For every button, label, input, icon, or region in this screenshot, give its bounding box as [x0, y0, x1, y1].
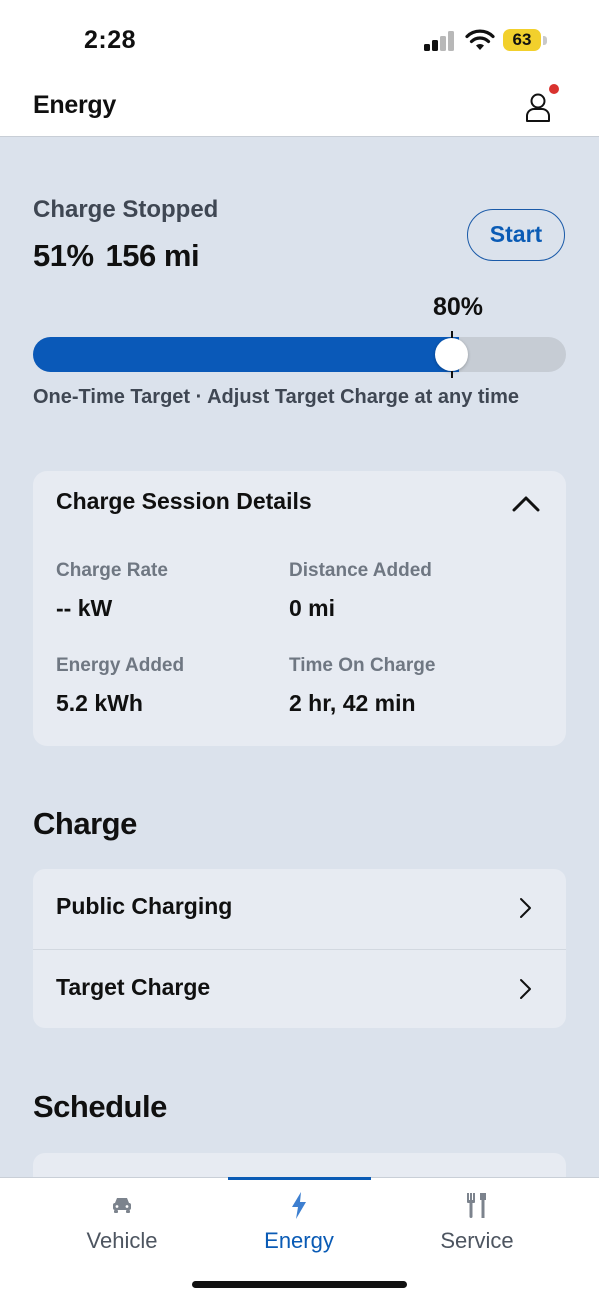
range-value: 156 mi — [105, 238, 200, 273]
distance-added-value: 0 mi — [289, 595, 336, 621]
battery-tip — [543, 36, 547, 45]
home-indicator — [192, 1281, 407, 1288]
charge-progress-bar[interactable] — [33, 337, 566, 372]
charge-status-text: Charge Stopped — [33, 196, 219, 223]
tab-label: Energy — [264, 1228, 334, 1253]
battery-percent: 51% — [33, 238, 94, 273]
charge-metrics: 51% 156 mi — [33, 238, 200, 274]
target-caption: One-Time Target · Adjust Target Charge a… — [33, 386, 520, 408]
tab-label: Service — [440, 1228, 514, 1253]
start-charge-button[interactable]: Start — [467, 209, 565, 261]
tab-label: Vehicle — [86, 1228, 158, 1253]
tab-service[interactable]: Service — [392, 1178, 562, 1268]
tab-vehicle[interactable]: Vehicle — [37, 1178, 207, 1268]
charge-section-heading: Charge — [33, 806, 137, 841]
charge-session-details-card: Charge Session Details Charge Rate -- kW… — [33, 471, 566, 746]
tab-energy[interactable]: Energy — [214, 1178, 384, 1268]
charge-rate-value: -- kW — [56, 595, 113, 621]
time-on-charge-label: Time On Charge — [289, 655, 436, 676]
chevron-right-icon — [520, 979, 531, 999]
page-title: Energy — [33, 91, 116, 119]
app-header: Energy — [0, 78, 599, 137]
target-slider-handle[interactable] — [435, 338, 468, 371]
cellular-signal-icon — [424, 31, 456, 51]
tools-icon — [467, 1193, 486, 1218]
list-item-label: Target Charge — [56, 974, 211, 1000]
list-item-label: Public Charging — [56, 893, 233, 919]
charge-rate-label: Charge Rate — [56, 560, 168, 581]
target-charge-percent: 80% — [433, 293, 484, 321]
charge-progress-fill — [33, 337, 459, 372]
target-charge-row[interactable]: Target Charge — [33, 949, 566, 1028]
charge-options-list: Public Charging Target Charge — [33, 869, 566, 1028]
public-charging-row[interactable]: Public Charging — [33, 869, 566, 948]
chevron-right-icon — [520, 898, 531, 918]
notification-badge — [549, 84, 559, 94]
profile-icon[interactable] — [522, 90, 556, 124]
chevron-up-icon[interactable] — [511, 488, 541, 518]
schedule-section-heading: Schedule — [33, 1089, 167, 1124]
session-title: Charge Session Details — [56, 488, 312, 514]
distance-added-label: Distance Added — [289, 560, 432, 581]
time-on-charge-value: 2 hr, 42 min — [289, 690, 416, 716]
car-icon — [113, 1198, 131, 1213]
energy-added-value: 5.2 kWh — [56, 690, 143, 716]
active-tab-indicator — [228, 1177, 371, 1180]
wifi-icon — [465, 29, 495, 50]
lightning-icon — [292, 1192, 306, 1219]
status-time: 2:28 — [84, 26, 137, 54]
battery-icon: 63 — [503, 29, 541, 51]
status-bar: 2:28 63 — [0, 0, 599, 78]
energy-added-label: Energy Added — [56, 655, 185, 676]
